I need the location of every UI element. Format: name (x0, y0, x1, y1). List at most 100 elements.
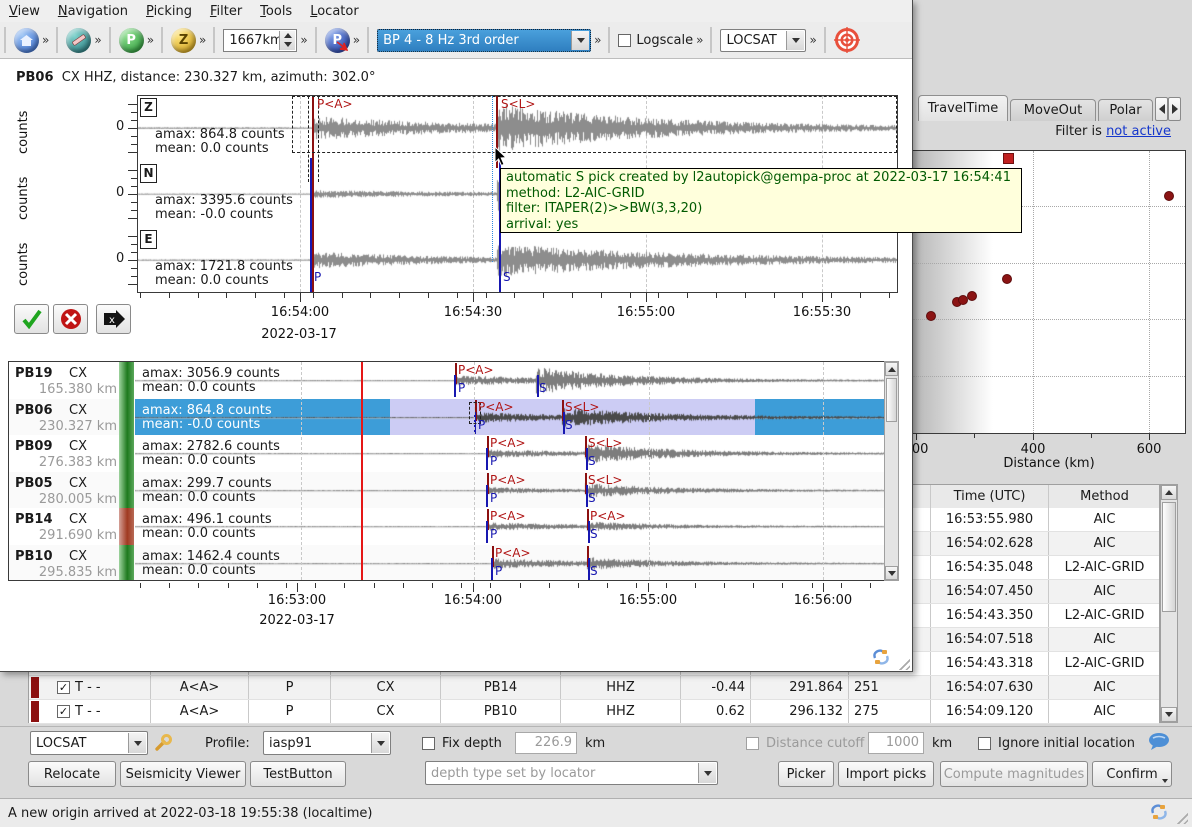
arrivals-table-scrollbar[interactable] (1160, 484, 1178, 723)
button-picker[interactable]: Picker (778, 761, 834, 787)
picker-window: ViewNavigationPickingFilterToolsLocator … (0, 0, 913, 672)
time-axis-minor-tick (399, 293, 400, 298)
menu-navigation[interactable]: Navigation (49, 2, 137, 21)
button-testbutton[interactable]: TestButton (250, 761, 346, 787)
arrival-method-cell: L2-AIC-GRID (1049, 556, 1161, 579)
tab-polar[interactable]: Polar (1098, 99, 1153, 121)
spin-up-icon[interactable] (284, 33, 292, 38)
scrollbar-thumb[interactable] (886, 378, 897, 422)
home-icon[interactable] (14, 28, 39, 53)
statusbar-text: A new origin arrived at 2022-03-18 19:55… (8, 806, 373, 821)
cutoff-input[interactable]: 1000 (868, 732, 924, 754)
arrival-distance-cell: 291.864 (751, 676, 849, 699)
arrival-time-cell: 16:54:07.518 (931, 628, 1049, 651)
arrival-method-cell: AIC (1049, 508, 1161, 531)
menu-view[interactable]: View (0, 2, 49, 21)
menu-tools[interactable]: Tools (251, 2, 301, 21)
menu-picking[interactable]: Picking (137, 2, 201, 21)
time-axis-minor-tick (315, 583, 316, 588)
table-row[interactable]: ✓T - -A<A>PCXPB14HHZ-0.44291.86425116:54… (29, 676, 1159, 700)
scroll-up-button[interactable] (885, 362, 898, 376)
list-row-PB06[interactable]: PB06CX230.327 kmP<A>PS<L>Samax: 864.8 co… (9, 399, 898, 436)
time-axis-major-tick (648, 583, 649, 592)
tab-scroll-left-button[interactable] (1155, 97, 1168, 121)
pick-marker-label: S<L> (565, 400, 599, 414)
trace-mean-label: mean: 0.0 counts (155, 142, 269, 156)
depth-input[interactable]: 226.9 (515, 732, 577, 754)
accept-button[interactable] (14, 304, 49, 334)
time-axis-minor-tick (140, 293, 141, 298)
arrival-used-checkbox[interactable]: ✓ (57, 681, 70, 694)
scrollbar-thumb[interactable] (1162, 502, 1176, 612)
tab-traveltime[interactable]: TravelTime (918, 95, 1008, 121)
ignore-initial-location-checkbox[interactable] (978, 737, 991, 750)
plot-gridline-h (913, 319, 1185, 320)
arrival-method-cell: AIC (1049, 532, 1161, 555)
picker-resize-grip[interactable] (896, 656, 910, 670)
distance-cutoff-checkbox[interactable] (746, 737, 759, 750)
y-axis-zero-label: 0 (116, 185, 124, 200)
button-confirm[interactable]: Confirm (1092, 761, 1172, 787)
fix-depth-checkbox[interactable] (422, 737, 435, 750)
filter-not-active-link[interactable]: not active (1106, 124, 1171, 139)
button-compute-magnitudes[interactable]: Compute magnitudes (940, 761, 1088, 787)
pick-marker-sublabel: P (490, 491, 497, 505)
pick-marker-sublabel: S (588, 491, 596, 505)
time-axis-minor-tick (344, 583, 345, 588)
menu-locator[interactable]: Locator (301, 2, 367, 21)
filter-combobox[interactable]: BP 4 - 8 Hz 3rd order (377, 29, 591, 52)
depth-type-combobox[interactable]: depth type set by locator (425, 761, 718, 785)
picker-connection-icon[interactable] (872, 648, 890, 670)
x-axis-minor-tick (974, 434, 975, 438)
profile-combobox[interactable]: iasp91 (263, 731, 391, 755)
comment-bubble-icon[interactable] (1148, 732, 1170, 756)
tab-moveout[interactable]: MoveOut (1010, 99, 1096, 121)
skip-trace-button[interactable]: x (96, 304, 131, 334)
button-seismicity-viewer[interactable]: Seismicity Viewer (120, 761, 246, 787)
scroll-up-button[interactable] (1161, 485, 1177, 500)
logscale-checkbox[interactable] (618, 34, 631, 47)
list-row-PB05[interactable]: PB05CX280.005 kmP<A>PS<L>Samax: 299.7 co… (9, 472, 898, 509)
time-axis-minor-tick (520, 583, 521, 588)
pick-tooltip: automatic S pick created by l2autopick@g… (500, 168, 1022, 233)
button-relocate[interactable]: Relocate (28, 761, 116, 787)
arrival-used-checkbox[interactable]: ✓ (57, 705, 70, 718)
window-resize-grip[interactable] (1174, 810, 1188, 824)
table-row[interactable]: ✓T - -A<A>PCXPB10HHZ0.62296.13227516:54:… (29, 700, 1159, 724)
traveltime-xlabel: Distance (km) (1003, 456, 1094, 471)
component-z-icon[interactable]: Z (171, 28, 196, 53)
spin-down-icon[interactable] (284, 42, 292, 47)
list-row-PB14[interactable]: PB14CX291.690 kmP<A>PP<A>Samax: 496.1 co… (9, 508, 898, 545)
arrival-status-strip (31, 701, 39, 722)
align-p-icon[interactable]: P (119, 28, 144, 53)
amplitude-scale-icon[interactable] (66, 28, 91, 53)
scroll-down-button[interactable] (1161, 707, 1177, 722)
button-import-picks[interactable]: Import picks (838, 761, 934, 787)
tab-scroll-right-button[interactable] (1168, 97, 1181, 121)
relocate-target-icon[interactable] (834, 27, 860, 53)
data-point (1002, 274, 1012, 284)
table-header-cell: Method (1049, 485, 1161, 508)
x-axis-tick-label: 600 (1137, 442, 1162, 457)
date-label: 2022-03-17 (259, 613, 335, 628)
list-row-PB10[interactable]: PB10CX295.835 kmP<A>PSamax: 1462.4 count… (9, 545, 898, 580)
network-code: CX (69, 549, 87, 564)
station-list-scrollbar[interactable] (884, 361, 899, 581)
time-axis-minor-tick (802, 293, 803, 298)
time-axis-label: 16:54:00 (444, 593, 502, 608)
connection-status-icon[interactable] (1150, 803, 1168, 825)
locator-row-2: RelocateSeismicity ViewerTestButton depth… (0, 759, 1192, 789)
menu-filter[interactable]: Filter (201, 2, 251, 21)
reject-button[interactable] (53, 304, 88, 334)
list-row-PB09[interactable]: PB09CX276.383 kmP<A>PS<L>Samax: 2782.6 c… (9, 435, 898, 472)
locator-toolbar-combobox[interactable]: LOCSAT (720, 29, 806, 52)
locator-settings-icon[interactable] (154, 734, 172, 756)
distance-spinbox[interactable]: 1667km (223, 29, 297, 52)
time-axis-minor-tick (812, 583, 813, 588)
list-row-PB19[interactable]: PB19CX165.380 kmP<A>PSamax: 3056.9 count… (9, 362, 898, 399)
scroll-down-button[interactable] (885, 566, 898, 580)
time-axis-minor-tick (687, 293, 688, 298)
fix-depth-label: Fix depth (442, 736, 502, 751)
locator-combobox[interactable]: LOCSAT (30, 731, 148, 755)
pick-p-icon[interactable]: P (325, 28, 350, 53)
